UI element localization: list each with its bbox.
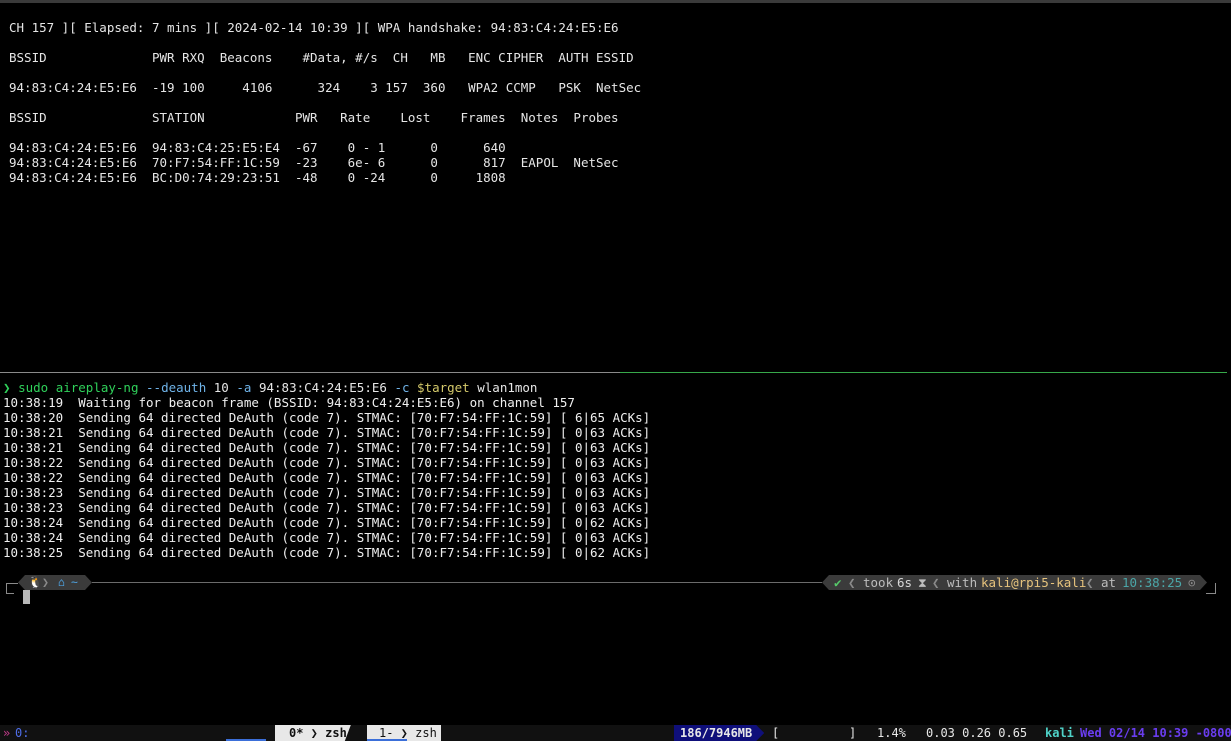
prompt-frame <box>1206 593 1216 594</box>
pane-divider-active[interactable] <box>620 372 1227 373</box>
log-line: 10:38:20 Sending 64 directed DeAuth (cod… <box>3 410 651 425</box>
prompt-left-segment: 🐧 ❯ ⌂ ~ <box>18 575 92 590</box>
command-target-var: $target <box>417 380 470 395</box>
log-line: 10:38:22 Sending 64 directed DeAuth (cod… <box>3 455 651 470</box>
log-line: 10:38:23 Sending 64 directed DeAuth (cod… <box>3 485 651 500</box>
log-line: 10:38:22 Sending 64 directed DeAuth (cod… <box>3 470 651 485</box>
log-line: 10:38:24 Sending 64 directed DeAuth (cod… <box>3 515 651 530</box>
airodump-pane[interactable]: CH 157 ][ Elapsed: 7 mins ][ 2024-02-14 … <box>0 3 1231 370</box>
command-flag-c: -c <box>394 380 410 395</box>
clock-icon: ⊙ <box>1188 575 1196 590</box>
status-ok-icon: ✔ <box>834 575 842 590</box>
airodump-status-line: CH 157 ][ Elapsed: 7 mins ][ 2024-02-14 … <box>9 20 619 35</box>
command-flag-a: -a <box>236 380 252 395</box>
text-cursor[interactable] <box>23 590 30 604</box>
aireplay-pane[interactable]: ❯ sudo aireplay-ng --deauth 10 -a 94:83:… <box>0 380 1231 725</box>
prompt-dir: ~ <box>71 575 78 589</box>
pane-divider[interactable] <box>0 372 620 373</box>
station-table-row: 94:83:C4:24:E5:E6 BC:D0:74:29:23:51 -48 … <box>9 170 506 185</box>
segment-separator-icon: ❮ <box>848 575 856 590</box>
command-flag-deauth: --deauth <box>146 380 207 395</box>
prompt-chevron-icon: ❯ <box>3 380 11 395</box>
station-table-header: BSSID STATION PWR Rate Lost Frames Notes… <box>9 110 619 125</box>
log-line: 10:38:25 Sending 64 directed DeAuth (cod… <box>3 545 651 560</box>
at-label: at <box>1101 575 1117 590</box>
command-line: ❯ sudo aireplay-ng --deauth 10 -a 94:83:… <box>3 380 537 395</box>
home-icon: ⌂ <box>58 575 65 589</box>
command-iface: wlan1mon <box>477 380 538 395</box>
memory-usage: 186/7946MB <box>674 725 764 741</box>
user-host: kali@rpi5-kali <box>981 575 1087 590</box>
prompt-frame <box>6 583 18 584</box>
took-value: 6s <box>897 575 913 590</box>
took-label: took <box>863 575 894 590</box>
tmux-datetime: Wed 02/14 10:39 -0800 <box>1080 726 1231 740</box>
tmux-status-bar: » 0: 0* ❯ zsh 1- ❯ zsh 186/7946MB [ ] 1.… <box>0 725 1231 741</box>
command-sudo: sudo <box>18 380 49 395</box>
cpu-percent: 1.4% <box>877 726 906 740</box>
prompt-frame <box>6 593 14 594</box>
tmux-host: kali <box>1045 726 1074 740</box>
cpu-bar-open: [ <box>772 726 780 740</box>
log-line: 10:38:21 Sending 64 directed DeAuth (cod… <box>3 425 651 440</box>
command-program: aireplay-ng <box>55 380 139 395</box>
log-line: 10:38:21 Sending 64 directed DeAuth (cod… <box>3 440 651 455</box>
log-line: 10:38:23 Sending 64 directed DeAuth (cod… <box>3 500 651 515</box>
segment-separator-icon: ❯ <box>42 575 49 589</box>
segment-separator-icon: ❮ <box>1086 575 1094 590</box>
hourglass-icon: ⧗ <box>918 575 927 590</box>
station-table-row: 94:83:C4:24:E5:E6 94:83:C4:25:E5:E4 -67 … <box>9 140 506 155</box>
prompt-filler-line <box>92 582 822 583</box>
ap-table-header: BSSID PWR RXQ Beacons #Data, #/s CH MB E… <box>9 50 634 65</box>
tmux-window-0[interactable]: 0* ❯ zsh <box>275 725 351 741</box>
command-bssid: 94:83:C4:24:E5:E6 <box>258 380 387 395</box>
log-line: 10:38:19 Waiting for beacon frame (BSSID… <box>3 395 575 410</box>
prompt-time: 10:38:25 <box>1122 575 1183 590</box>
segment-separator-icon: ❮ <box>932 575 940 590</box>
linux-icon: 🐧 <box>28 575 43 589</box>
session-name: 0: <box>15 726 30 740</box>
with-label: with <box>947 575 978 590</box>
command-count: 10 <box>213 380 229 395</box>
cpu-bar-close: ] <box>849 726 857 740</box>
session-arrow-icon: » <box>3 726 11 740</box>
load-average: 0.03 0.26 0.65 <box>926 726 1028 740</box>
station-table-row: 94:83:C4:24:E5:E6 70:F7:54:FF:1C:59 -23 … <box>9 155 619 170</box>
prompt-right-segment: ✔ ❮ took 6s ⧗ ❮ with kali@rpi5-kali ❮ at… <box>822 575 1207 590</box>
shell-prompt-bar: 🐧 ❯ ⌂ ~ ✔ ❮ took 6s ⧗ ❮ with kali@rpi5-k… <box>0 574 1231 604</box>
log-line: 10:38:24 Sending 64 directed DeAuth (cod… <box>3 530 651 545</box>
ap-table-row: 94:83:C4:24:E5:E6 -19 100 4106 324 3 157… <box>9 80 642 95</box>
